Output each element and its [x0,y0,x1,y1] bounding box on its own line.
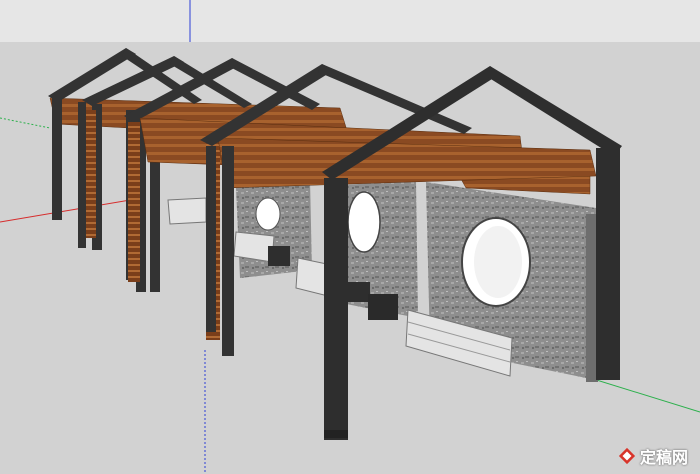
middle-moon-window [347,191,381,253]
watermark-brand-text: 定稿网 [639,448,688,467]
pergola-model-drawing [0,0,700,474]
diamond-logo-icon [618,447,636,465]
wood-screen-2 [128,122,140,282]
bench-1 [167,197,207,225]
model-viewport[interactable] [0,0,700,474]
stool-1 [268,246,290,266]
stool-3 [368,294,398,320]
wood-screen-1 [86,110,96,238]
back-moon-window [255,197,281,231]
sky-area [0,0,700,42]
watermark: 定稿网 [618,444,688,468]
stool-2 [348,282,370,302]
